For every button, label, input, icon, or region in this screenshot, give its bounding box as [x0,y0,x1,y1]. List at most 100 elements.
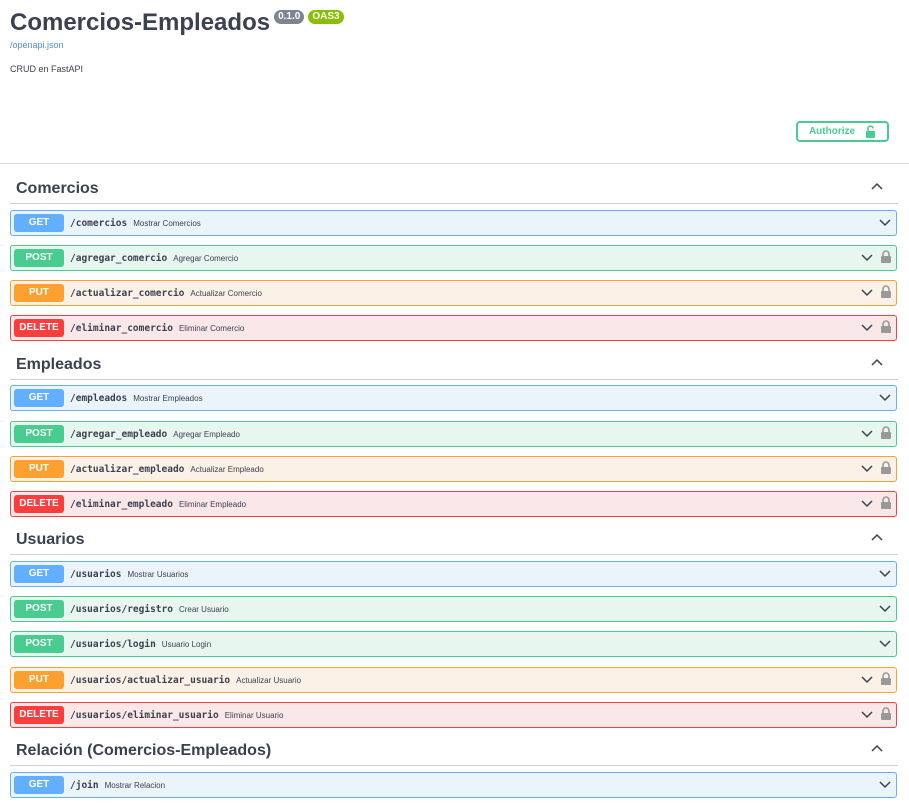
operation-summary: Eliminar Comercio [178,323,245,333]
section-toggle[interactable] [870,531,886,547]
section-header[interactable]: Usuarios [10,529,898,555]
operation-row[interactable]: GET/empleados Mostrar Empleados [10,385,897,411]
operation-row[interactable]: GET/comercios Mostrar Comercios [10,210,897,236]
operation-summary: Actualizar Usuario [236,675,302,685]
operation-row[interactable]: DELETE/eliminar_empleado Eliminar Emplead… [10,491,897,517]
operation-icons [860,320,892,334]
chevron-down-icon[interactable] [878,390,892,404]
section-toggle[interactable] [870,180,886,196]
operation-icons [860,672,892,686]
operation-icons [860,250,892,264]
lock-icon[interactable] [880,496,892,510]
chevron-down-icon[interactable] [860,672,874,686]
operation-row[interactable]: DELETE/usuarios/eliminar_usuario Eliminar… [10,702,897,728]
lock-icon[interactable] [880,250,892,264]
chevron-down-icon[interactable] [878,215,892,229]
lock-icon[interactable] [880,461,892,475]
section-toggle[interactable] [870,356,886,372]
page-title: Comercios-Empleados [10,9,271,36]
operation-summary: Agregar Empleado [173,429,240,439]
method-badge: PUT [14,671,64,689]
operation-row[interactable]: PUT/actualizar_comercio Actualizar Comerc… [10,280,897,306]
chevron-down-icon[interactable] [878,566,892,580]
openapi-json-link[interactable]: /openapi.json [10,40,900,50]
operation-icons [878,636,892,650]
chevron-down-icon[interactable] [878,777,892,791]
operation-row[interactable]: POST/agregar_comercio Agregar Comercio [10,245,897,271]
method-badge: POST [14,635,64,653]
chevron-up-icon[interactable] [870,356,884,370]
lock-icon[interactable] [880,320,892,334]
operation-row[interactable]: GET/usuarios Mostrar Usuarios [10,561,897,587]
operation-summary: Actualizar Empleado [190,464,264,474]
operation-path: /empleados [70,392,128,404]
operation-path: /agregar_comercio [70,252,168,264]
operation-icons [860,285,892,299]
section-toggle[interactable] [870,742,886,758]
operation-summary: Eliminar Usuario [224,710,284,720]
chevron-up-icon[interactable] [870,742,884,756]
operation-icons [878,777,892,791]
operation-row[interactable]: POST/usuarios/login Usuario Login [10,631,897,657]
operation-row[interactable]: DELETE/eliminar_comercio Eliminar Comerci… [10,315,897,341]
operation-summary: Usuario Login [161,639,212,649]
operation-row[interactable]: PUT/actualizar_empleado Actualizar Emplea… [10,456,897,482]
method-badge: PUT [14,284,64,302]
method-badge: GET [14,214,64,232]
chevron-down-icon[interactable] [860,426,874,440]
chevron-down-icon[interactable] [860,707,874,721]
operation-summary: Mostrar Relacion [104,780,166,790]
chevron-down-icon[interactable] [860,320,874,334]
lock-icon[interactable] [880,426,892,440]
method-badge: DELETE [14,706,64,724]
operation-summary: Actualizar Comercio [190,288,262,298]
operation-summary: Mostrar Comercios [133,218,201,228]
operation-icons [878,390,892,404]
chevron-down-icon[interactable] [860,461,874,475]
operation-row[interactable]: POST/usuarios/registro Crear Usuario [10,596,897,622]
chevron-up-icon[interactable] [870,531,884,545]
lock-icon[interactable] [880,285,892,299]
lock-icon[interactable] [880,672,892,686]
operation-icons [878,215,892,229]
section-header[interactable]: Relación (Comercios-Empleados) [10,740,898,766]
operation-row[interactable]: GET/join Mostrar Relacion [10,772,897,798]
operation-icons [860,707,892,721]
operation-path: /eliminar_empleado [70,498,173,510]
chevron-up-icon[interactable] [870,180,884,194]
chevron-down-icon[interactable] [860,496,874,510]
section-header[interactable]: Comercios [10,178,898,204]
section-title: Empleados [16,356,102,373]
operation-path: /usuarios [70,568,122,580]
header-divider [0,163,909,164]
method-badge: POST [14,425,64,443]
operation-path: /usuarios/login [70,638,156,650]
operation-icons [878,566,892,580]
operation-icons [860,461,892,475]
api-info: Comercios-Empleados 0.1.0 OAS3 /openapi.… [10,8,900,74]
chevron-down-icon[interactable] [878,601,892,615]
section-header[interactable]: Empleados [10,354,898,380]
chevron-down-icon[interactable] [860,285,874,299]
operation-summary: Eliminar Empleado [178,499,247,509]
chevron-down-icon[interactable] [878,636,892,650]
operation-path: /usuarios/registro [70,603,173,615]
chevron-down-icon[interactable] [860,250,874,264]
title-row: Comercios-Empleados 0.1.0 OAS3 [10,8,900,38]
method-badge: POST [14,249,64,267]
method-badge: POST [14,600,64,618]
operation-path: /usuarios/eliminar_usuario [70,709,219,721]
authorize-button[interactable]: Authorize [796,121,889,142]
operation-icons [860,426,892,440]
operation-summary: Crear Usuario [178,604,229,614]
lock-icon[interactable] [880,707,892,721]
lock-open-icon [866,125,876,138]
method-badge: GET [14,565,64,583]
operation-row[interactable]: PUT/usuarios/actualizar_usuario Actualiza… [10,667,897,693]
method-badge: DELETE [14,495,64,513]
operation-path: /agregar_empleado [70,428,168,440]
operation-path: /actualizar_empleado [70,463,185,475]
operation-path: /eliminar_comercio [70,322,173,334]
section-title: Relación (Comercios-Empleados) [16,742,272,759]
operation-row[interactable]: POST/agregar_empleado Agregar Empleado [10,421,897,447]
